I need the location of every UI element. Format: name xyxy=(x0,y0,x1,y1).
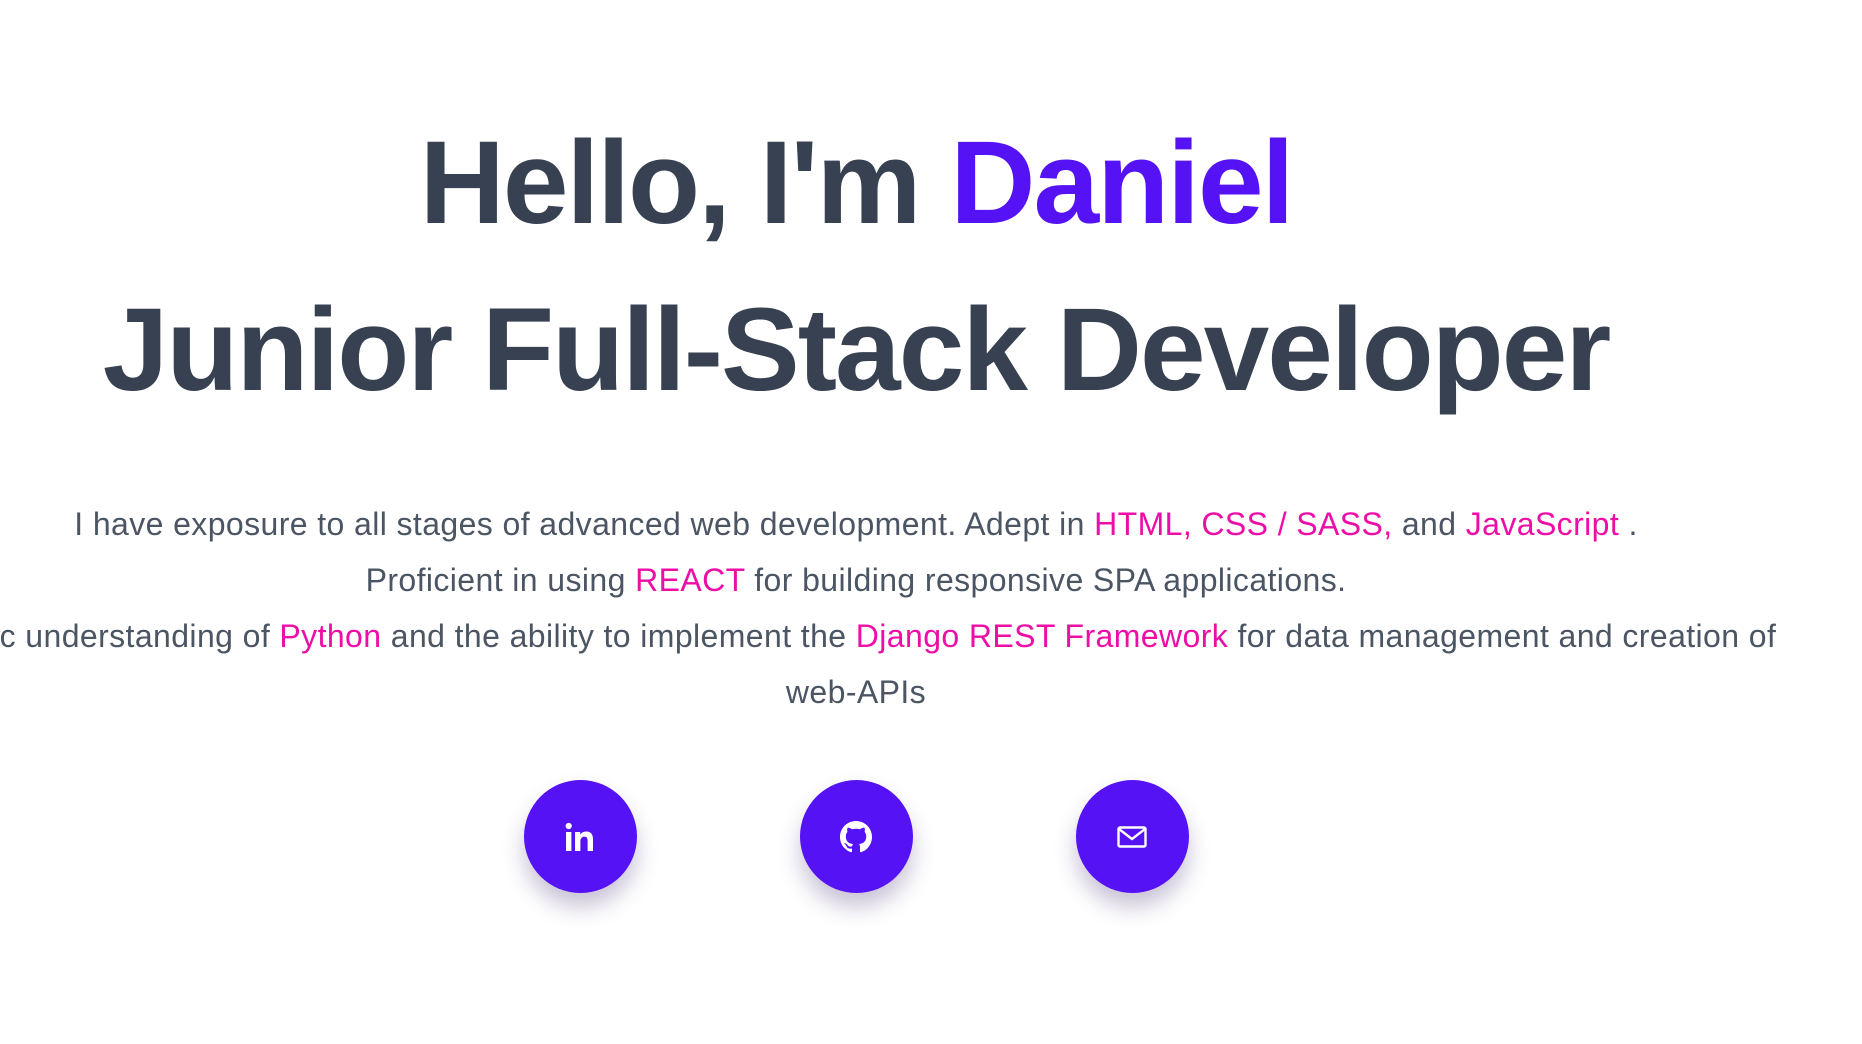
github-icon xyxy=(840,820,872,853)
skill-highlight-python: Python xyxy=(279,618,382,654)
intro-text: Basic understanding of xyxy=(0,618,271,654)
greeting-text: Hello, I'm xyxy=(419,117,922,249)
intro-text: I have exposure to all stages of advance… xyxy=(74,506,1085,542)
skill-highlight-react: REACT xyxy=(635,562,745,598)
social-links xyxy=(0,780,1787,893)
github-button[interactable] xyxy=(799,780,913,893)
intro-text: Proficient in using xyxy=(365,562,626,598)
skill-highlight-django: Django REST Framework xyxy=(855,618,1229,654)
intro-text: and the ability to implement the xyxy=(390,618,847,654)
intro-line-1: I have exposure to all stages of advance… xyxy=(0,496,1787,552)
intro-text: for building responsive SPA applications… xyxy=(754,562,1347,598)
skill-highlight-html-css: HTML, CSS / SASS, xyxy=(1094,506,1393,542)
intro-line-3: Basic understanding of Python and the ab… xyxy=(0,608,1787,720)
skill-highlight-javascript: JavaScript xyxy=(1465,506,1620,542)
email-button[interactable] xyxy=(1075,780,1189,893)
job-title-heading: Junior Full-Stack Developer xyxy=(102,284,1612,416)
intro-text: and xyxy=(1401,506,1457,542)
intro-line-2: Proficient in using REACT for building r… xyxy=(0,552,1787,608)
mail-icon xyxy=(1117,825,1147,848)
intro-paragraph: I have exposure to all stages of advance… xyxy=(0,496,1787,720)
linkedin-button[interactable] xyxy=(523,780,637,893)
name-highlight: Daniel xyxy=(950,117,1294,249)
linkedin-icon xyxy=(564,821,596,853)
greeting-heading: Hello, I'm Daniel xyxy=(0,100,1787,266)
intro-text: . xyxy=(1628,506,1638,542)
